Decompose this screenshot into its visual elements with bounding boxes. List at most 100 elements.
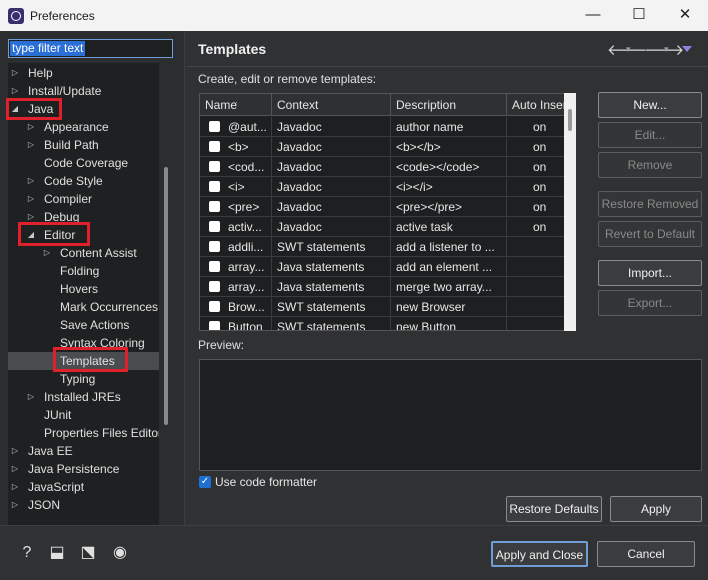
template-enabled-checkbox[interactable]	[209, 161, 220, 172]
oomph-recorder-icon[interactable]: ◉	[110, 543, 130, 563]
revert-to-default-button[interactable]: Revert to Default	[598, 221, 702, 247]
maximize-button[interactable]: ☐	[616, 0, 662, 31]
expanded-arrow-icon[interactable]: ◢	[26, 226, 36, 244]
collapsed-arrow-icon[interactable]: ▷	[10, 64, 20, 82]
tree-scrollbar-thumb[interactable]	[164, 167, 168, 425]
template-enabled-checkbox[interactable]	[209, 261, 220, 272]
import-preferences-icon[interactable]: ⬓	[47, 543, 67, 563]
help-icon[interactable]: ?	[17, 543, 37, 563]
tree-item-label: Code Coverage	[44, 156, 129, 170]
tree-item-editor[interactable]: ◢ Editor	[8, 226, 159, 244]
tree-item-debug[interactable]: ▷ Debug	[8, 208, 159, 226]
expanded-arrow-icon[interactable]: ◢	[10, 100, 20, 118]
restore-defaults-button[interactable]: Restore Defaults	[506, 496, 602, 522]
template-enabled-checkbox[interactable]	[209, 321, 220, 330]
view-menu-icon[interactable]	[682, 46, 692, 52]
column-header-context[interactable]: Context	[272, 94, 391, 116]
filter-input[interactable]: type filter text	[8, 39, 173, 58]
cell-context: Java statements	[277, 277, 391, 297]
table-row[interactable]: <i> Javadoc <i></i> on	[200, 177, 574, 197]
column-header-description[interactable]: Description	[391, 94, 507, 116]
table-row[interactable]: array... Java statements add an element ..…	[200, 257, 574, 277]
tree-item-save-actions[interactable]: Save Actions	[8, 316, 159, 334]
template-enabled-checkbox[interactable]	[209, 281, 220, 292]
collapsed-arrow-icon[interactable]: ▷	[26, 118, 36, 136]
tree-item-java[interactable]: ◢ Java	[8, 100, 159, 118]
restore-removed-button[interactable]: Restore Removed	[598, 191, 702, 217]
collapsed-arrow-icon[interactable]: ▷	[26, 190, 36, 208]
remove-button[interactable]: Remove	[598, 152, 702, 178]
table-row[interactable]: Brow... SWT statements new Browser	[200, 297, 574, 317]
cell-context: Javadoc	[277, 157, 391, 177]
use-code-formatter-checkbox[interactable]: ✓	[199, 476, 211, 488]
template-enabled-checkbox[interactable]	[209, 301, 220, 312]
collapsed-arrow-icon[interactable]: ▷	[10, 460, 20, 478]
template-enabled-checkbox[interactable]	[209, 181, 220, 192]
tree-item-build-path[interactable]: ▷ Build Path	[8, 136, 159, 154]
tree-item-templates[interactable]: Templates	[8, 352, 159, 370]
tree-item-content-assist[interactable]: ▷ Content Assist	[8, 244, 159, 262]
collapsed-arrow-icon[interactable]: ▷	[26, 208, 36, 226]
table-row[interactable]: activ... Javadoc active task on	[200, 217, 574, 237]
back-dropdown-icon[interactable]: ▾	[626, 44, 631, 55]
table-scrollbar-thumb[interactable]	[568, 109, 572, 131]
export-preferences-icon[interactable]: ⬔	[78, 543, 98, 563]
tree-item-folding[interactable]: Folding	[8, 262, 159, 280]
cell-context: Javadoc	[277, 197, 391, 217]
collapsed-arrow-icon[interactable]: ▷	[10, 496, 20, 514]
tree-item-code-style[interactable]: ▷ Code Style	[8, 172, 159, 190]
table-row[interactable]: <pre> Javadoc <pre></pre> on	[200, 197, 574, 217]
tree-item-label: Code Style	[44, 174, 103, 188]
collapsed-arrow-icon[interactable]: ▷	[26, 388, 36, 406]
close-window-button[interactable]: ✕	[662, 0, 708, 31]
tree-item-installed-jres[interactable]: ▷ Installed JREs	[8, 388, 159, 406]
tree-item-appearance[interactable]: ▷ Appearance	[8, 118, 159, 136]
tree-item-java-ee[interactable]: ▷ Java EE	[8, 442, 159, 460]
cell-context: Javadoc	[277, 217, 391, 237]
new-button[interactable]: New...	[598, 92, 702, 118]
tree-item-json[interactable]: ▷ JSON	[8, 496, 159, 514]
edit-button[interactable]: Edit...	[598, 122, 702, 148]
preview-area[interactable]	[199, 359, 702, 471]
tree-item-code-coverage[interactable]: Code Coverage	[8, 154, 159, 172]
collapsed-arrow-icon[interactable]: ▷	[10, 82, 20, 100]
template-enabled-checkbox[interactable]	[209, 121, 220, 132]
tree-item-java-persistence[interactable]: ▷ Java Persistence	[8, 460, 159, 478]
template-enabled-checkbox[interactable]	[209, 201, 220, 212]
import-button[interactable]: Import...	[598, 260, 702, 286]
use-code-formatter-label[interactable]: Use code formatter	[215, 475, 317, 489]
template-enabled-checkbox[interactable]	[209, 241, 220, 252]
export-button[interactable]: Export...	[598, 290, 702, 316]
tree-item-javascript[interactable]: ▷ JavaScript	[8, 478, 159, 496]
column-header-name[interactable]: ⌄ Name	[200, 94, 272, 116]
collapsed-arrow-icon[interactable]: ▷	[26, 172, 36, 190]
table-row[interactable]: @aut... Javadoc author name on	[200, 117, 574, 137]
tree-item-properties-files-editor[interactable]: Properties Files Editor	[8, 424, 159, 442]
tree-item-mark-occurrences[interactable]: Mark Occurrences	[8, 298, 159, 316]
tree-item-syntax-coloring[interactable]: Syntax Coloring	[8, 334, 159, 352]
table-row[interactable]: Button SWT statements new Button	[200, 317, 574, 330]
table-scrollbar[interactable]	[564, 93, 576, 331]
template-enabled-checkbox[interactable]	[209, 141, 220, 152]
tree-item-compiler[interactable]: ▷ Compiler	[8, 190, 159, 208]
collapsed-arrow-icon[interactable]: ▷	[42, 244, 52, 262]
minimize-button[interactable]: —	[570, 0, 616, 31]
apply-button[interactable]: Apply	[610, 496, 702, 522]
tree-scrollbar[interactable]	[163, 63, 169, 543]
table-row[interactable]: <b> Javadoc <b></b> on	[200, 137, 574, 157]
tree-item-junit[interactable]: JUnit	[8, 406, 159, 424]
collapsed-arrow-icon[interactable]: ▷	[26, 136, 36, 154]
collapsed-arrow-icon[interactable]: ▷	[10, 478, 20, 496]
table-row[interactable]: addli... SWT statements add a listener to …	[200, 237, 574, 257]
tree-item-install-update[interactable]: ▷ Install/Update	[8, 82, 159, 100]
cancel-button[interactable]: Cancel	[597, 541, 695, 567]
tree-item-typing[interactable]: Typing	[8, 370, 159, 388]
tree-item-help[interactable]: ▷ Help	[8, 64, 159, 82]
template-enabled-checkbox[interactable]	[209, 221, 220, 232]
forward-dropdown-icon[interactable]: ▾	[664, 44, 669, 55]
table-row[interactable]: <cod... Javadoc <code></code> on	[200, 157, 574, 177]
tree-item-hovers[interactable]: Hovers	[8, 280, 159, 298]
collapsed-arrow-icon[interactable]: ▷	[10, 442, 20, 460]
apply-and-close-button[interactable]: Apply and Close	[491, 541, 588, 567]
table-row[interactable]: array... Java statements merge two array..…	[200, 277, 574, 297]
